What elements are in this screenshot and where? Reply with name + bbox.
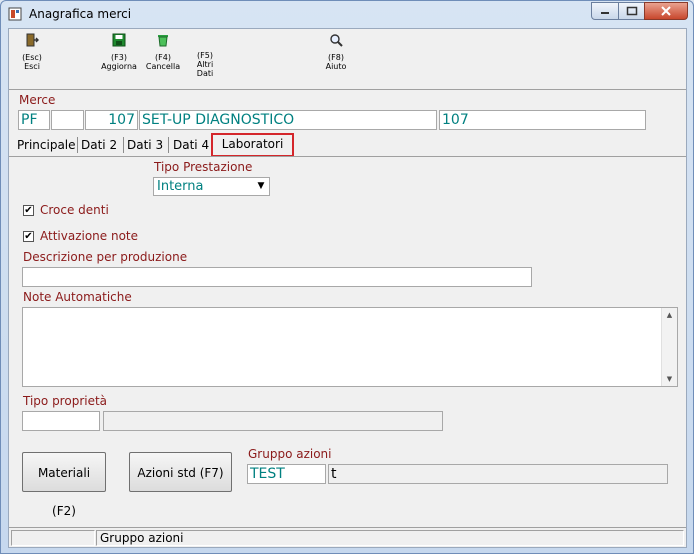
- descrizione-label: Descrizione per produzione: [23, 250, 188, 264]
- tab-separator: [123, 137, 124, 153]
- gruppo-azioni-desc-field: t: [328, 464, 668, 484]
- exit-door-icon: [26, 33, 39, 47]
- tab-principale[interactable]: Principale: [17, 135, 76, 155]
- merce-description-field[interactable]: SET-UP DIAGNOSTICO: [139, 110, 437, 130]
- close-button[interactable]: [644, 2, 688, 20]
- merce-code2-field[interactable]: 107: [439, 110, 646, 130]
- check-icon: ✔: [24, 231, 33, 242]
- toolbar-divider: [9, 89, 686, 90]
- merce-label: Merce: [19, 93, 56, 107]
- toolbar: (Esc) Esci (F3) Aggiorna (F4) Cancella (…: [9, 29, 686, 89]
- tab-dati-4[interactable]: Dati 4: [173, 135, 209, 155]
- tipo-prestazione-select[interactable]: Interna ▼: [153, 177, 270, 196]
- tab-separator: [168, 137, 169, 153]
- tab-divider: [9, 156, 686, 157]
- check-icon: ✔: [24, 205, 33, 216]
- f8-key: (F8): [328, 53, 344, 62]
- note-scrollbar[interactable]: ▲ ▼: [661, 308, 677, 386]
- tab-separator: [77, 137, 78, 153]
- tipo-proprieta-code-field[interactable]: [22, 411, 100, 431]
- magnifier-icon: [330, 34, 343, 47]
- tipo-proprieta-desc-field: [103, 411, 443, 431]
- client-area: (Esc) Esci (F3) Aggiorna (F4) Cancella (…: [8, 28, 687, 548]
- azioni-std-button[interactable]: Azioni std (F7): [129, 452, 232, 492]
- scroll-down-icon[interactable]: ▼: [662, 372, 677, 386]
- status-cell-1: [11, 530, 95, 546]
- aggiorna-button[interactable]: (F3) Aggiorna: [94, 33, 144, 71]
- maximize-icon: [626, 6, 637, 16]
- attivazione-note-checkbox[interactable]: ✔: [23, 231, 34, 242]
- note-automatiche-label: Note Automatiche: [23, 290, 132, 304]
- trash-bin-icon: [158, 35, 168, 47]
- gruppo-azioni-label: Gruppo azioni: [248, 447, 332, 461]
- esc-button[interactable]: (Esc) Esci: [7, 33, 57, 71]
- tab-laboratori-label: Laboratori: [221, 137, 284, 151]
- descrizione-field[interactable]: [22, 267, 532, 287]
- altri-dati-button[interactable]: (F5) Altri Dati: [180, 51, 230, 78]
- f3-key: (F3): [111, 53, 127, 62]
- croce-denti-checkbox[interactable]: ✔: [23, 205, 34, 216]
- save-disk-icon: [112, 33, 126, 47]
- window-title: Anagrafica merci: [29, 7, 132, 21]
- attivazione-note-label: Attivazione note: [40, 229, 139, 243]
- window: Anagrafica merci (Esc) Esci (F3) Aggiorn…: [0, 0, 694, 554]
- dropdown-arrow-icon[interactable]: ▼: [253, 178, 269, 195]
- f5-label2: Dati: [196, 69, 214, 78]
- note-automatiche-textarea[interactable]: ▲ ▼: [22, 307, 678, 387]
- f5-label: Altri: [196, 60, 214, 69]
- merce-type-field[interactable]: PF: [18, 110, 50, 130]
- tab-dati-2[interactable]: Dati 2: [81, 135, 117, 155]
- app-icon: [8, 7, 22, 21]
- maximize-button[interactable]: [618, 2, 645, 20]
- tab-dati-3[interactable]: Dati 3: [127, 135, 163, 155]
- gruppo-azioni-code-field[interactable]: TEST: [247, 464, 326, 484]
- tab-laboratori[interactable]: Laboratori: [211, 133, 294, 157]
- esc-label: Esci: [24, 62, 40, 71]
- f5-key: (F5): [197, 51, 213, 60]
- status-cell-2: Gruppo azioni: [96, 530, 684, 546]
- esc-key: (Esc): [22, 53, 42, 62]
- aiuto-button[interactable]: (F8) Aiuto: [311, 33, 361, 71]
- merce-code-field[interactable]: 107: [85, 110, 138, 130]
- tipo-prestazione-value: Interna: [157, 179, 204, 194]
- tipo-proprieta-label: Tipo proprietà: [23, 394, 108, 408]
- f8-label: Aiuto: [325, 62, 347, 71]
- minimize-button[interactable]: [591, 2, 619, 20]
- scroll-up-icon[interactable]: ▲: [662, 308, 677, 322]
- f3-label: Aggiorna: [101, 62, 137, 71]
- title-bar[interactable]: Anagrafica merci: [1, 1, 693, 27]
- materiali-button[interactable]: Materiali (F2): [22, 452, 106, 518]
- tipo-prestazione-label: Tipo Prestazione: [154, 160, 253, 174]
- minimize-icon: [601, 12, 609, 14]
- croce-denti-label: Croce denti: [40, 203, 109, 217]
- close-icon: [661, 6, 671, 16]
- merce-sub-field[interactable]: [51, 110, 84, 130]
- status-bar: Gruppo azioni: [9, 527, 686, 547]
